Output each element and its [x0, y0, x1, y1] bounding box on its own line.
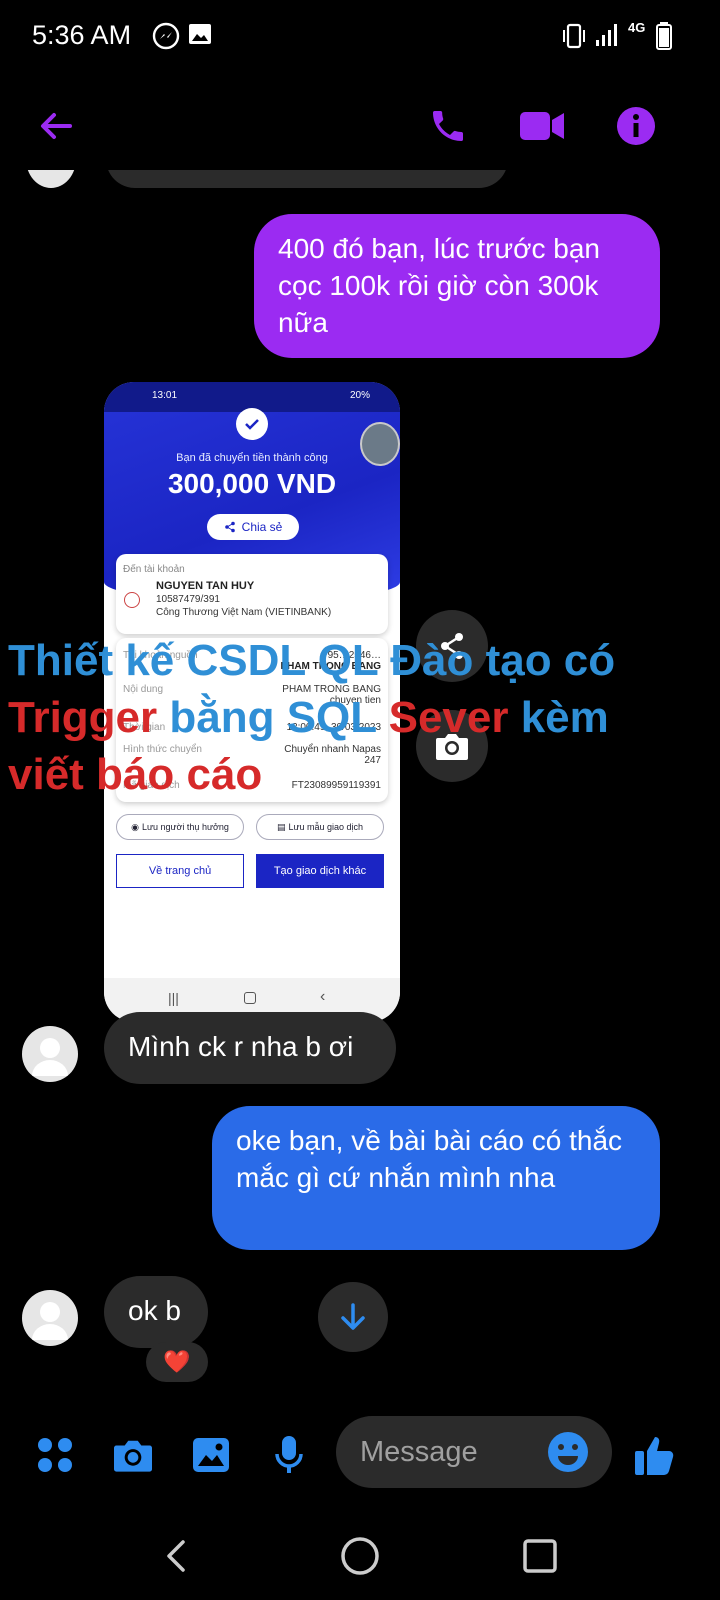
- phone-icon: [433, 111, 463, 141]
- success-text: Bạn đã chuyển tiền thành công: [176, 452, 328, 464]
- video-camera-icon: [520, 112, 564, 140]
- home-circle-icon: [341, 1537, 379, 1575]
- system-nav-bar: [0, 1512, 720, 1600]
- recents-square-icon: [523, 1539, 557, 1573]
- emoji-button[interactable]: [546, 1430, 590, 1474]
- message-in[interactable]: Mình ck r nha b ơi: [104, 1012, 396, 1084]
- save-beneficiary-chip: ◉ Lưu người thụ hưởng: [116, 814, 244, 840]
- partial-avatar: [26, 170, 76, 188]
- network-type: 4G: [628, 20, 646, 35]
- back-icon: ‹: [320, 988, 326, 1005]
- arrow-down-icon: [341, 1303, 365, 1330]
- image-icon: [193, 1438, 229, 1472]
- new-transaction-button-image: Tạo giao dịch khác: [256, 854, 384, 888]
- home-button-image: Về trang chủ: [116, 854, 244, 888]
- detail-row: Thời gian 13:00:49, 30/03/2023: [123, 722, 381, 733]
- camera-image-button[interactable]: [416, 710, 488, 782]
- camera-icon: [436, 734, 468, 760]
- signal-icon: [596, 24, 617, 46]
- recents-icon: |||: [168, 990, 179, 1006]
- chat-header: [0, 90, 720, 162]
- reaction-badge[interactable]: ❤️: [146, 1342, 208, 1382]
- gallery-button[interactable]: [188, 1432, 234, 1478]
- video-call-button[interactable]: [516, 100, 568, 152]
- nav-back-button[interactable]: [152, 1532, 200, 1580]
- emoji-icon: [548, 1432, 588, 1472]
- share-icon: [441, 633, 463, 659]
- nav-home-button[interactable]: [336, 1532, 384, 1580]
- detail-row: Hình thức chuyển Chuyển nhanh Napas 247: [123, 744, 381, 766]
- like-button[interactable]: [632, 1432, 678, 1478]
- save-template-chip: ▤ Lưu mẫu giao dịch: [256, 814, 384, 840]
- message-list[interactable]: 400 đó bạn, lúc trước bạn cọc 100k rồi g…: [0, 170, 720, 1400]
- thumbs-up-icon: [635, 1437, 674, 1475]
- default-user-icon: [32, 1302, 68, 1340]
- image-status-time: 13:01: [152, 390, 178, 401]
- message-text: Mình ck r nha b ơi: [128, 1031, 354, 1062]
- message-box: [336, 1416, 612, 1488]
- message-input[interactable]: [360, 1434, 530, 1470]
- bank-logo-icon: [124, 592, 140, 608]
- share-icon: [224, 521, 235, 533]
- success-check-icon: [236, 408, 268, 440]
- message-text: 400 đó bạn, lúc trước bạn cọc 100k rồi g…: [278, 233, 600, 338]
- share-image-button[interactable]: [416, 610, 488, 682]
- detail-row: Tài khoản nguồn 95…2546… PHAM TRONG BANG: [123, 650, 381, 672]
- message-in[interactable]: ok b: [104, 1276, 208, 1348]
- grid-icon: [38, 1438, 72, 1472]
- status-time: 5:36 AM: [32, 20, 132, 50]
- transaction-details: Tài khoản nguồn 95…2546… PHAM TRONG BANG …: [116, 638, 388, 802]
- heart-icon: ❤️: [163, 1349, 191, 1374]
- back-button[interactable]: [30, 100, 82, 152]
- avatar[interactable]: [22, 1026, 78, 1082]
- home-icon: [244, 992, 256, 1004]
- status-bar: 5:36 AM 4G: [0, 0, 720, 72]
- message-out[interactable]: oke bạn, về bài bài cáo có thắc mắc gì c…: [212, 1106, 660, 1250]
- info-button[interactable]: [610, 100, 662, 152]
- battery-icon: [656, 22, 672, 50]
- shared-image[interactable]: 13:01 20% Bạn đã chuyển tiền thành công …: [104, 382, 400, 1022]
- scroll-to-bottom-button[interactable]: [318, 1282, 388, 1352]
- nav-recents-button[interactable]: [516, 1532, 564, 1580]
- gallery-notification-icon: [189, 24, 211, 44]
- camera-icon: [114, 1440, 152, 1472]
- share-chip: Chia sẻ: [207, 514, 299, 540]
- arrow-left-icon: [41, 113, 72, 139]
- message-composer: [0, 1412, 720, 1496]
- recipient-card: Đến tài khoản NGUYEN TAN HUY 10587479/39…: [116, 554, 388, 634]
- detail-row: Nội dung PHAM TRONG BANG chuyen tien: [123, 684, 381, 706]
- vibrate-icon: [563, 23, 585, 49]
- messenger-icon: [152, 22, 180, 50]
- detail-row: Mã giao dịch FT23089959119391: [123, 780, 381, 791]
- avatar[interactable]: [22, 1290, 78, 1346]
- voice-button[interactable]: [266, 1432, 312, 1478]
- apps-button[interactable]: [32, 1432, 78, 1478]
- document-icon: ▤: [276, 821, 286, 832]
- camera-button[interactable]: [110, 1432, 156, 1478]
- call-button[interactable]: [422, 100, 474, 152]
- user-circle-icon: ◉: [131, 821, 139, 832]
- transfer-amount: 300,000 VND: [167, 468, 337, 499]
- microphone-icon: [275, 1436, 303, 1473]
- back-triangle-icon: [167, 1540, 185, 1572]
- message-out[interactable]: 400 đó bạn, lúc trước bạn cọc 100k rồi g…: [254, 214, 660, 358]
- image-status-battery: 20%: [350, 390, 371, 401]
- info-icon: [617, 107, 655, 145]
- message-text: ok b: [128, 1295, 181, 1326]
- partial-message: [106, 170, 508, 188]
- default-user-icon: [32, 1038, 68, 1076]
- message-text: oke bạn, về bài bài cáo có thắc mắc gì c…: [236, 1125, 623, 1193]
